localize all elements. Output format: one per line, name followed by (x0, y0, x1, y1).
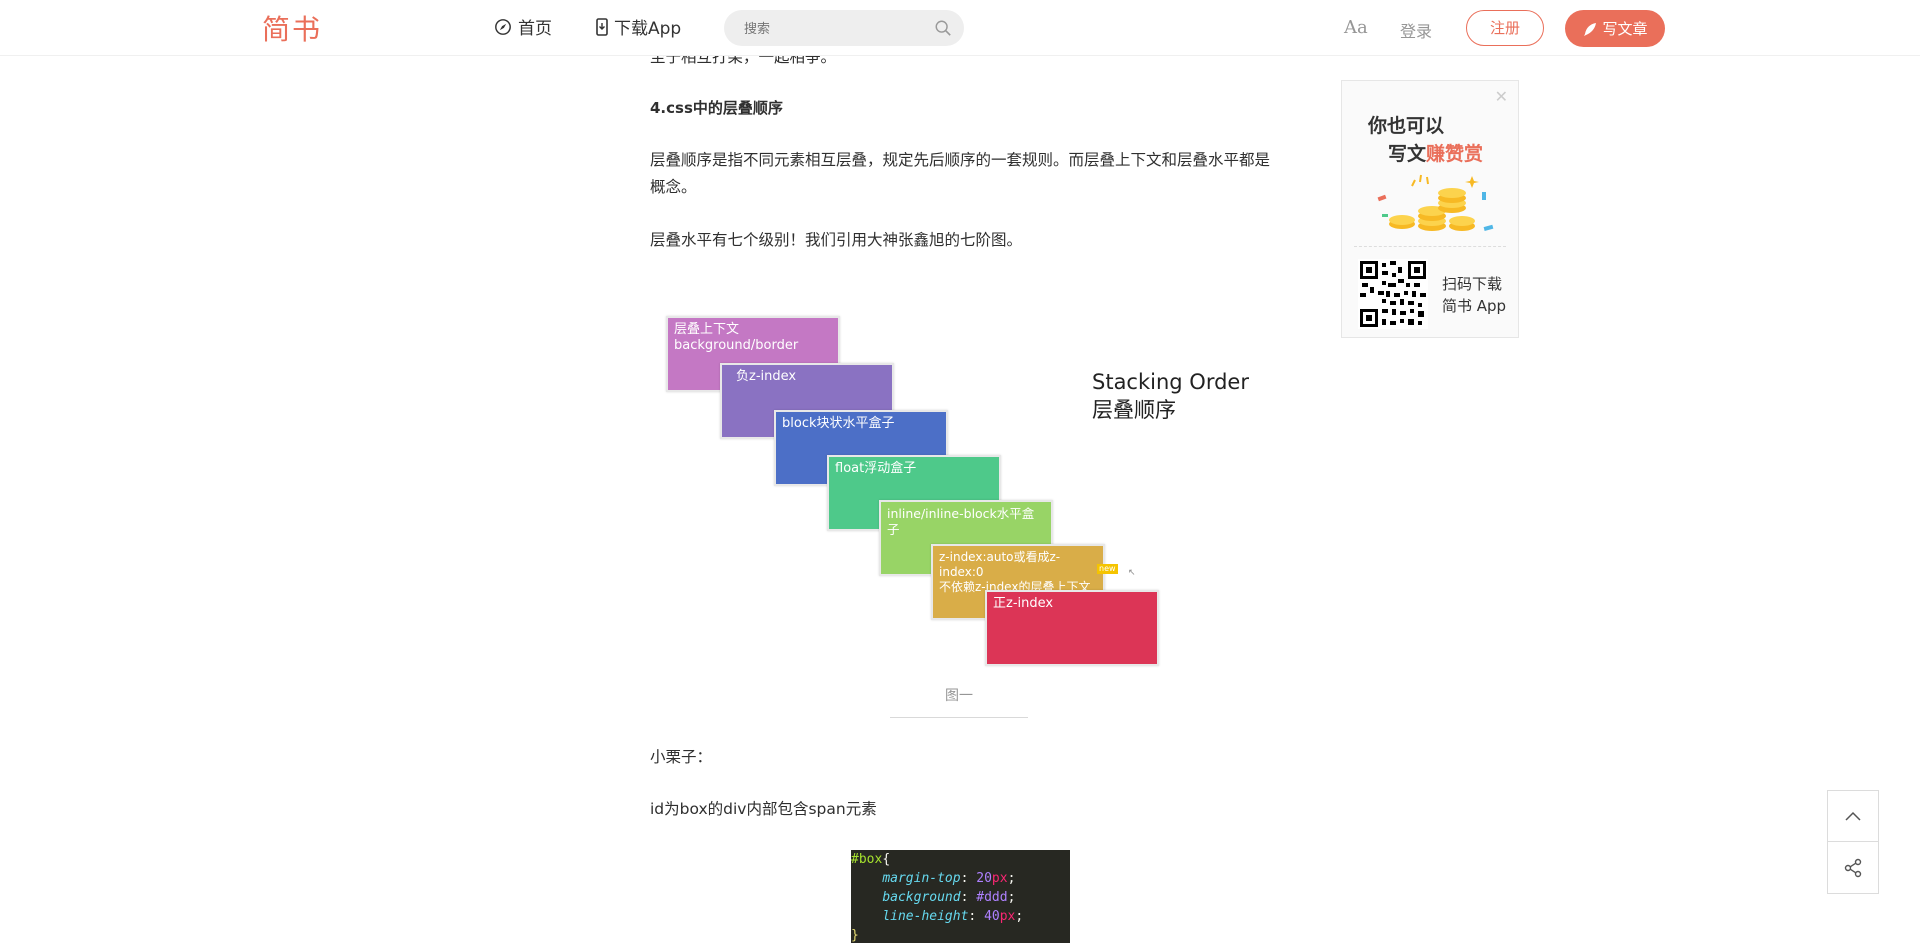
login-link[interactable]: 登录 (1400, 18, 1432, 42)
article-paragraph: 小栗子： (650, 748, 713, 766)
share-icon (1844, 858, 1862, 877)
figure-title-en: Stacking Order (1092, 370, 1249, 394)
article-paragraph: 层叠顺序是指不同元素相互层叠，规定先后顺序的一套规则。而层叠上下文和层叠水平都是… (650, 151, 1271, 196)
code-value: #ddd (976, 890, 1008, 905)
nav-home[interactable]: 首页 (494, 14, 552, 39)
back-to-top-button[interactable] (1827, 790, 1879, 842)
code-unit: px (991, 871, 1008, 886)
share-button[interactable] (1827, 842, 1879, 894)
article-paragraph: 层叠水平有七个级别！我们引用大神张鑫旭的七阶图。 (650, 231, 1023, 249)
ad-divider (1354, 246, 1506, 247)
top-navbar: 简书 首页 下载App Aa 登录 注册 写文章 (0, 0, 1920, 56)
font-size-toggle[interactable]: Aa (1344, 17, 1368, 38)
ad-headline-2: 写文赚赞赏 (1388, 139, 1483, 166)
ad-download-line: 扫码下载 (1442, 275, 1503, 293)
search-box (724, 10, 964, 48)
stacking-order-figure[interactable]: 层叠上下文 background/border 负z-index block块状… (650, 270, 1290, 670)
figure-caption: 图一 (890, 685, 1028, 718)
phone-icon (596, 17, 608, 36)
stack-box-positive-z: 正z-index (985, 590, 1159, 666)
close-icon[interactable]: ✕ (1495, 87, 1508, 106)
search-icon[interactable] (934, 19, 952, 37)
feather-icon (1584, 22, 1597, 36)
ad-headline-2-highlight: 赚赞赏 (1426, 143, 1484, 165)
search-input[interactable] (742, 10, 926, 48)
logo[interactable]: 简书 (262, 8, 322, 48)
coins-illustration-icon (1377, 174, 1494, 231)
write-article-button[interactable]: 写文章 (1565, 10, 1665, 47)
code-prop: background (882, 890, 961, 905)
compass-icon (495, 18, 511, 35)
cursor-icon: ↖ (1128, 568, 1136, 578)
code-unit: px (999, 909, 1016, 924)
nav-home-label: 首页 (518, 19, 552, 39)
code-prop: margin-top (882, 871, 961, 886)
ad-download-line: 简书 App (1442, 297, 1507, 315)
ad-headline-1: 你也可以 (1368, 115, 1445, 137)
code-value: 20 (976, 871, 992, 886)
code-value: 40 (984, 909, 1000, 924)
section-heading: 4.css中的层叠顺序 (650, 99, 783, 117)
ad-headline-2-prefix: 写文 (1388, 143, 1427, 165)
qr-code-icon (1358, 259, 1428, 329)
write-article-label: 写文章 (1602, 20, 1648, 38)
app-download-ad[interactable]: ✕ 你也可以 写文赚赞赏 扫码下载 简书 App (1341, 80, 1519, 338)
code-snippet[interactable]: #box{ margin-top: 20px; background: #ddd… (851, 850, 1070, 943)
register-button[interactable]: 注册 (1466, 10, 1544, 46)
figure-title-cn: 层叠顺序 (1092, 398, 1176, 422)
code-selector: #box (851, 852, 883, 867)
article-paragraph: id为box的div内部包含span元素 (650, 800, 877, 818)
nav-download-label: 下载App (614, 19, 682, 39)
figure-title: Stacking Order 层叠顺序 (1092, 368, 1249, 424)
ad-download-text: 扫码下载 简书 App (1442, 273, 1506, 317)
code-prop: line-height (882, 909, 969, 924)
nav-download-app[interactable]: 下载App (596, 14, 681, 39)
new-badge: new (1097, 564, 1118, 574)
chevron-up-icon (1845, 811, 1861, 821)
